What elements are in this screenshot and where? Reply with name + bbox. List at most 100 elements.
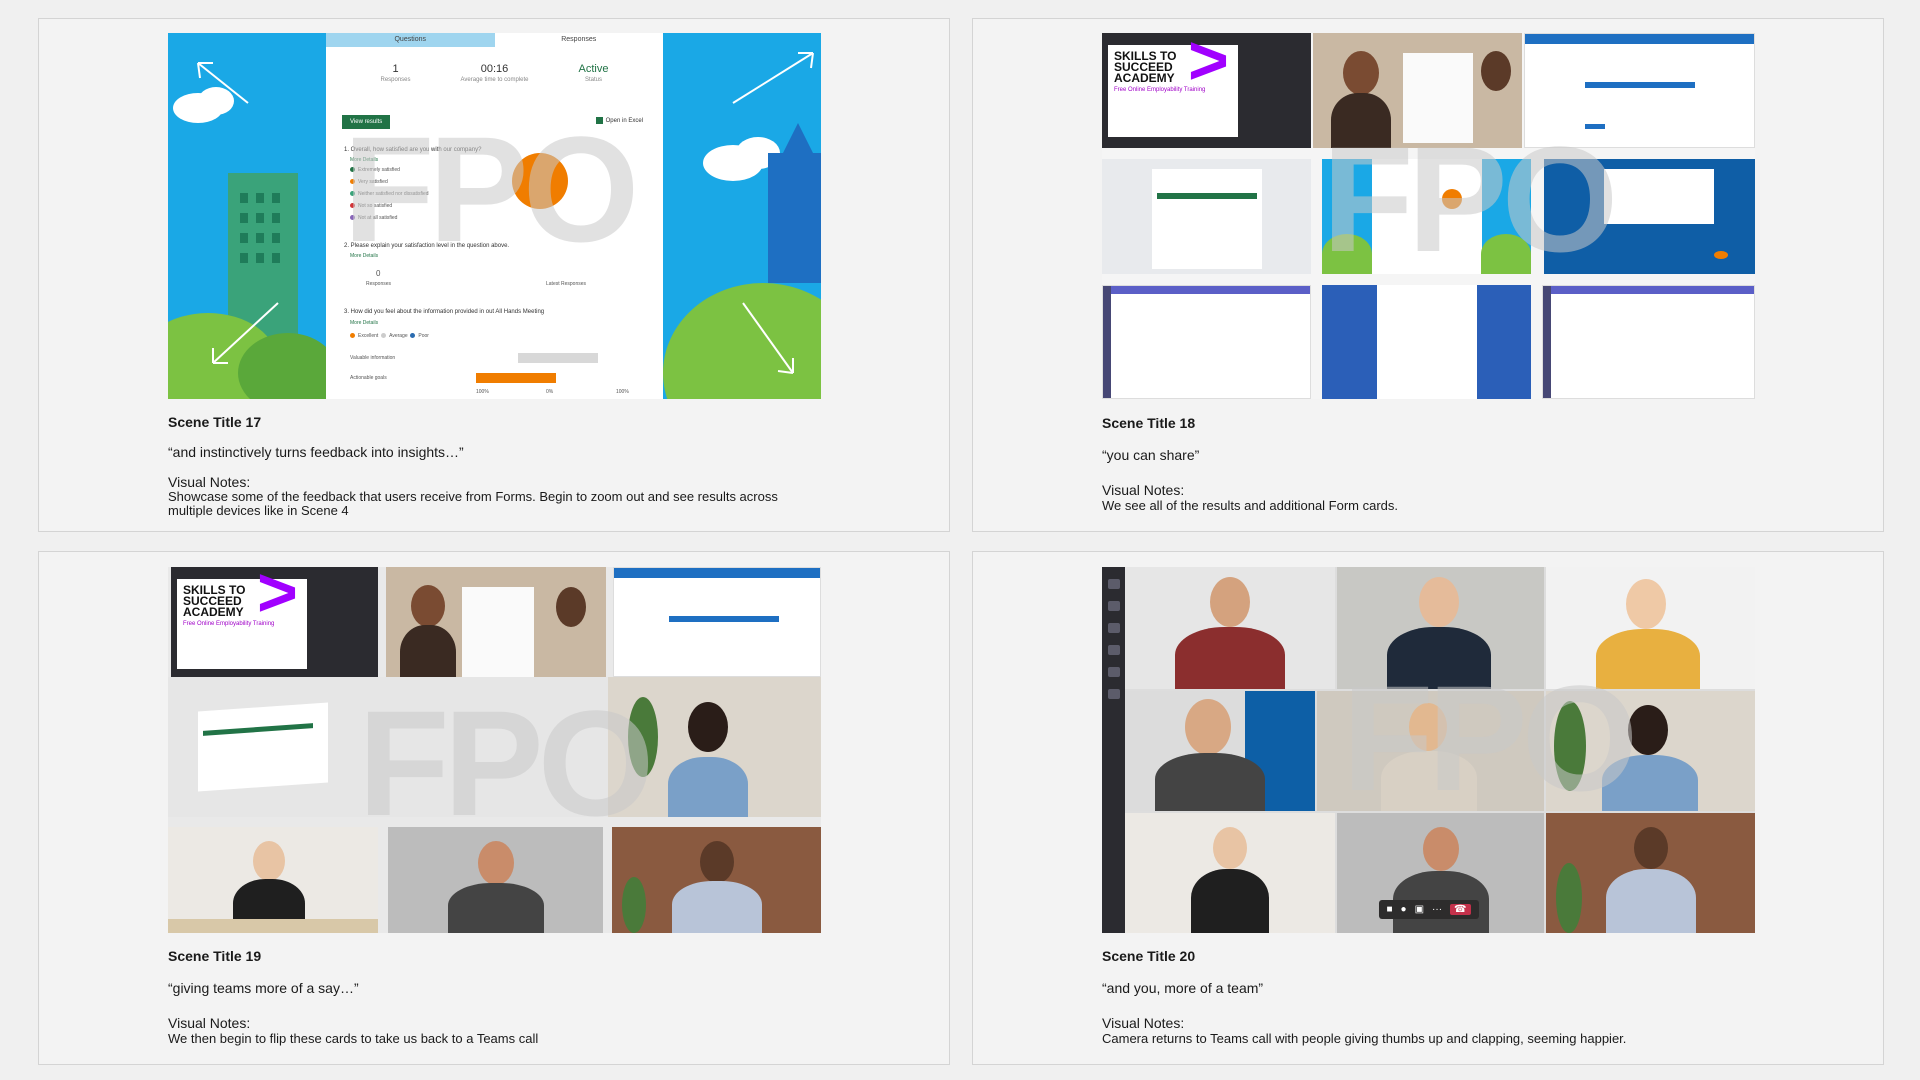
latest-responses-link[interactable]: Latest Responses [546,281,586,287]
more-details-link[interactable]: More Details [350,157,378,163]
open-in-excel-link[interactable]: Open in Excel [595,117,643,124]
participant-tile [1125,691,1315,811]
camera-icon[interactable]: ■ [1386,904,1392,915]
participant-tile [1546,691,1755,811]
share-screen-icon[interactable]: ▣ [1415,904,1424,915]
forms-responses-panel: Questions Responses 1 Responses 00:16 Av… [326,33,663,399]
participant-tile [1125,567,1335,689]
underwater-form-tile [1544,159,1755,274]
question-1: 1. Overall, how satisfied are you with o… [344,147,482,153]
scene-card-19: SKILLS TO SUCCEED ACADEMY Free Online Emp… [38,551,950,1065]
forms-illustration-tile [1322,159,1531,274]
scene-title: Scene Title 19 [168,948,262,964]
q2-count-label: Responses [366,281,392,287]
city-illustration-right [663,52,821,399]
pie-chart [512,153,568,209]
scene-18-image: SKILLS TO SUCCEED ACADEMY Free Online Emp… [1102,33,1755,399]
participant-tile [1317,691,1544,811]
more-options-icon[interactable]: ··· [1432,904,1442,915]
illustration-right [663,33,821,399]
option-1: Extremely satisfied [350,167,400,173]
stat-avg-time: 00:16 Average time to complete [460,63,529,83]
teams-app-rail [1102,567,1125,933]
form-tablet-tile [1102,159,1311,274]
more-details-link-2[interactable]: More Details [350,253,378,259]
skills-slide: SKILLS TO SUCCEED ACADEMY Free Online Emp… [177,567,307,669]
option-2: Very satisfied [350,179,388,185]
accenture-logo-icon: > [1188,33,1229,99]
participant-tile [1546,567,1755,689]
option-3: Neither satisfied nor dissatisfied [350,191,429,197]
teams-chat-form-tile [1542,285,1755,399]
illustration-left [168,33,326,399]
teams-presentation-tile: SKILLS TO SUCCEED ACADEMY Free Online Emp… [1102,33,1311,148]
scene-title: Scene Title 20 [1102,948,1196,964]
form-web-tile [1524,33,1755,148]
q3-row-2: Actionable goals [350,375,387,381]
person-tile-man [388,827,603,933]
person-tile-headset [612,827,821,933]
scene-20-image: ■ ● ▣ ··· ☎ FPO [1102,567,1755,933]
accenture-logo-icon: > [257,567,298,631]
visual-notes-text: Showcase some of the feedback that users… [168,489,778,518]
q2-count: 0 [376,269,381,278]
city-illustration-left [168,62,326,399]
participant-tile [1546,813,1755,933]
option-5: Not at all satisfied [350,215,397,221]
mic-icon[interactable]: ● [1401,904,1407,915]
bar-valuable [518,353,598,363]
question-3: 3. How did you feel about the informatio… [344,309,545,315]
q3-axis-mid: 0% [546,389,554,395]
excel-icon [595,117,603,124]
more-details-link-3[interactable]: More Details [350,320,378,326]
teams-form-list-tile [1102,285,1311,399]
scene-title: Scene Title 18 [1102,415,1196,431]
option-4: Not so satisfied [350,203,392,209]
calendar-icon[interactable] [1107,645,1120,655]
scene-card-20: ■ ● ▣ ··· ☎ FPO Scene Title 20 “and you,… [972,551,1884,1065]
visual-notes-text: Camera returns to Teams call with people… [1102,1031,1627,1046]
scene-title: Scene Title 17 [168,414,262,430]
scene-card-18: SKILLS TO SUCCEED ACADEMY Free Online Emp… [972,18,1884,532]
scene-19-image: SKILLS TO SUCCEED ACADEMY Free Online Emp… [168,567,821,933]
calls-icon[interactable] [1107,667,1120,677]
stat-responses: 1 Responses [380,63,411,83]
tab-questions[interactable]: Questions [326,33,495,47]
q3-row-1: Valuable information [350,355,396,361]
view-results-button[interactable]: View results [342,115,391,129]
visual-notes-text: We see all of the results and additional… [1102,498,1399,513]
form-web-tile [613,567,821,677]
bar-actionable [476,373,556,383]
question-2: 2. Please explain your satisfaction leve… [344,243,510,249]
teams-presentation-tile: SKILLS TO SUCCEED ACADEMY Free Online Emp… [171,567,378,682]
files-icon[interactable] [1107,689,1120,699]
call-controls: ■ ● ▣ ··· ☎ [1378,900,1479,919]
hang-up-icon[interactable]: ☎ [1450,904,1471,915]
visual-notes-label: Visual Notes: [168,1015,251,1031]
q3-legend: Excellent Average Poor [350,333,429,339]
visual-notes-label: Visual Notes: [168,474,251,490]
q3-axis-right: 100% [616,389,629,395]
transition-strip [168,677,821,817]
person-with-laptop-tile [386,567,606,682]
visual-notes-text: We then begin to flip these cards to tak… [168,1031,539,1046]
teams-icon[interactable] [1107,623,1120,633]
skills-slide: SKILLS TO SUCCEED ACADEMY Free Online Emp… [1108,33,1238,137]
visual-notes-label: Visual Notes: [1102,1015,1185,1031]
visual-notes-label: Visual Notes: [1102,482,1185,498]
scene-quote: “and you, more of a team” [1102,980,1264,996]
scene-17-image: Questions Responses 1 Responses 00:16 Av… [168,33,821,399]
q3-axis-left: 100% [476,389,489,395]
person-with-laptop-tile [1313,33,1522,148]
stat-status: Active Status [578,63,609,83]
scene-quote: “and instinctively turns feedback into i… [168,444,464,460]
scene-quote: “giving teams more of a say…” [168,980,359,996]
chat-icon[interactable] [1107,601,1120,611]
participant-tile [1125,813,1335,933]
tab-responses[interactable]: Responses [495,33,664,47]
scene-quote: “you can share” [1102,447,1200,463]
scene-card-17: Questions Responses 1 Responses 00:16 Av… [38,18,950,532]
participant-tile [1337,567,1544,689]
blue-form-tile [1322,285,1531,399]
activity-icon[interactable] [1107,579,1120,589]
